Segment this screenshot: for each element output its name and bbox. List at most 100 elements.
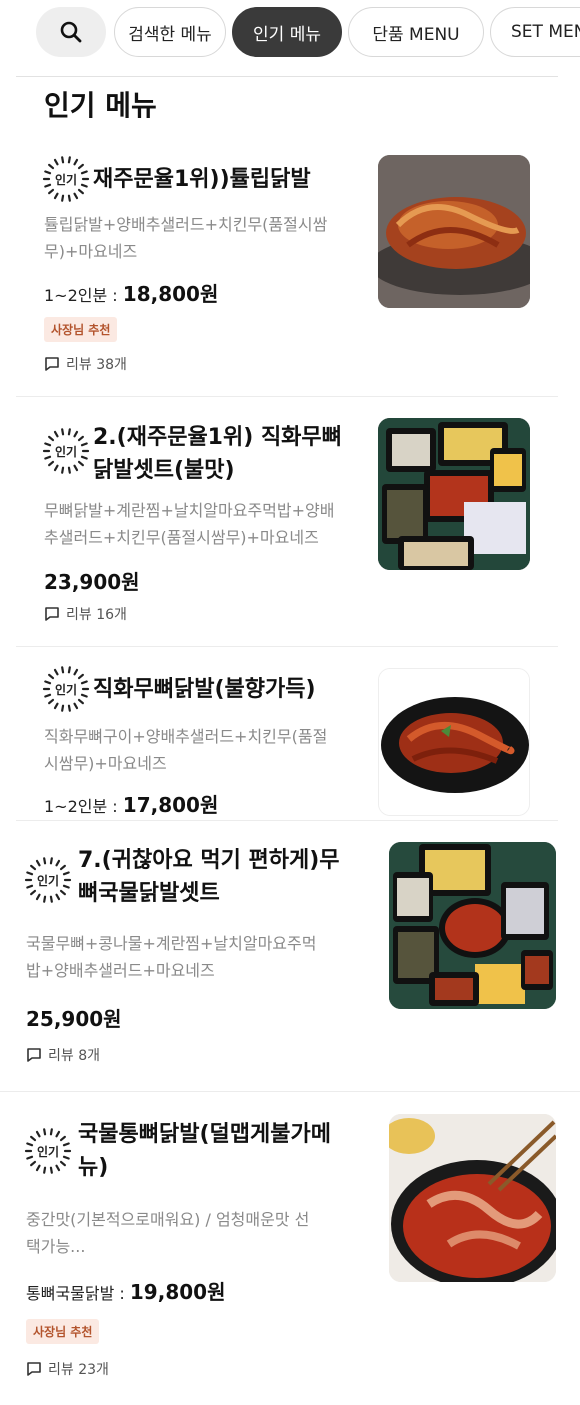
item-price: 25,900원	[26, 1007, 122, 1031]
item-title: 직화무뼈닭발(불향가득)	[93, 677, 316, 702]
badge-ray	[43, 1128, 47, 1136]
badge-ray	[77, 188, 84, 195]
badge-ray	[73, 158, 79, 166]
comment-icon	[27, 1362, 41, 1376]
popular-badge-label: 인기	[55, 444, 77, 459]
badge-ray	[80, 455, 88, 460]
review-count[interactable]: 리뷰 23개	[26, 1359, 109, 1379]
tab-set-menu[interactable]: SET MENU	[490, 7, 580, 57]
menu-category-tabs: 검색한 메뉴 인기 메뉴 단품 MENU SET MENU	[36, 7, 580, 57]
badge-ray	[80, 693, 88, 698]
comment-icon	[45, 357, 59, 371]
item-description: 무뼈닭발+계란찜+날치알마요주먹밥+양배 추샐러드+치킨무(품절시쌈무)+마요네즈	[44, 501, 335, 547]
badge-ray	[30, 889, 37, 896]
tab-searched-menu[interactable]: 검색한 메뉴	[114, 7, 226, 57]
badge-ray	[48, 188, 55, 195]
popular-badge-label: 인기	[37, 1144, 59, 1159]
badge-ray	[35, 893, 41, 901]
badge-ray	[61, 666, 65, 674]
badge-ray	[26, 1155, 34, 1160]
review-count[interactable]: 리뷰 38개	[44, 354, 127, 374]
comment-icon	[45, 607, 59, 621]
badge-ray	[48, 435, 55, 442]
badge-ray	[61, 466, 65, 474]
badge-ray	[26, 884, 34, 889]
item-price: 18,800원	[122, 282, 219, 306]
search-icon	[60, 21, 82, 43]
badge-ray	[49, 1128, 53, 1136]
badge-ray	[67, 428, 71, 436]
badge-ray	[67, 704, 71, 712]
item-image	[378, 668, 530, 816]
badge-ray	[62, 871, 70, 876]
badge-ray	[35, 859, 41, 867]
badge-ray	[49, 857, 53, 865]
badge-ray	[53, 464, 59, 472]
badge-ray	[77, 460, 84, 467]
item-divider	[16, 396, 558, 397]
tab-popular-menu[interactable]: 인기 메뉴	[232, 7, 342, 57]
badge-ray	[44, 170, 52, 175]
badge-ray	[62, 884, 70, 889]
owner-recommend-badge: 사장님 추천	[44, 317, 118, 342]
search-button[interactable]	[36, 7, 106, 57]
badge-ray	[44, 693, 52, 698]
badge-ray	[53, 158, 59, 166]
badge-ray	[62, 1142, 70, 1147]
review-count[interactable]: 리뷰 8개	[26, 1045, 100, 1065]
item-title: 2.(재주문율1위) 직화무뼈 닭발셋트(불맛)	[93, 425, 342, 483]
badge-ray	[53, 668, 59, 676]
popular-badge-icon: 인기	[42, 666, 90, 712]
badge-ray	[73, 702, 79, 710]
popular-badge-label: 인기	[55, 682, 77, 697]
item-divider	[0, 1091, 580, 1092]
badge-ray	[43, 1166, 47, 1174]
badge-ray	[67, 156, 71, 164]
item-image	[378, 155, 530, 308]
badge-ray	[55, 1164, 61, 1172]
badge-ray	[48, 673, 55, 680]
badge-ray	[73, 430, 79, 438]
badge-ray	[26, 871, 34, 876]
badge-ray	[48, 698, 55, 705]
tab-single-menu[interactable]: 단품 MENU	[348, 7, 484, 57]
badge-ray	[44, 455, 52, 460]
review-count[interactable]: 리뷰 16개	[44, 604, 127, 624]
tabs-divider	[16, 76, 558, 77]
badge-ray	[49, 1166, 53, 1174]
item-title: 국물통뼈닭발(덜맵게불가메 뉴)	[78, 1122, 331, 1180]
badge-ray	[67, 194, 71, 202]
popular-badge-icon: 인기	[24, 1128, 72, 1174]
badge-ray	[26, 1142, 34, 1147]
popular-badge-icon: 인기	[42, 428, 90, 474]
item-price-row: 통뼈국물닭발 : 19,800원	[26, 1280, 226, 1304]
badge-ray	[67, 466, 71, 474]
badge-ray	[77, 673, 84, 680]
badge-ray	[77, 163, 84, 170]
badge-ray	[55, 893, 61, 901]
badge-ray	[61, 428, 65, 436]
popular-badge-icon: 인기	[24, 857, 72, 903]
badge-ray	[44, 442, 52, 447]
item-description: 중간맛(기본적으로매워요) / 엄청매운맛 선 택가능...	[26, 1210, 310, 1256]
badge-ray	[77, 698, 84, 705]
badge-ray	[35, 1164, 41, 1172]
badge-ray	[43, 895, 47, 903]
item-divider	[16, 820, 558, 821]
badge-ray	[53, 430, 59, 438]
badge-ray	[73, 668, 79, 676]
badge-ray	[43, 857, 47, 865]
item-price-row: 23,900원	[44, 566, 140, 595]
badge-ray	[73, 464, 79, 472]
badge-ray	[55, 1130, 61, 1138]
badge-ray	[53, 702, 59, 710]
badge-ray	[80, 183, 88, 188]
badge-ray	[77, 435, 84, 442]
item-image	[389, 1114, 556, 1282]
badge-ray	[44, 183, 52, 188]
owner-recommend-badge: 사장님 추천	[26, 1319, 100, 1344]
badge-ray	[73, 192, 79, 200]
item-description: 직화무뼈구이+양배추샐러드+치킨무(품절 시쌈무)+마요네즈	[44, 727, 328, 773]
badge-ray	[30, 864, 37, 871]
badge-ray	[59, 889, 66, 896]
